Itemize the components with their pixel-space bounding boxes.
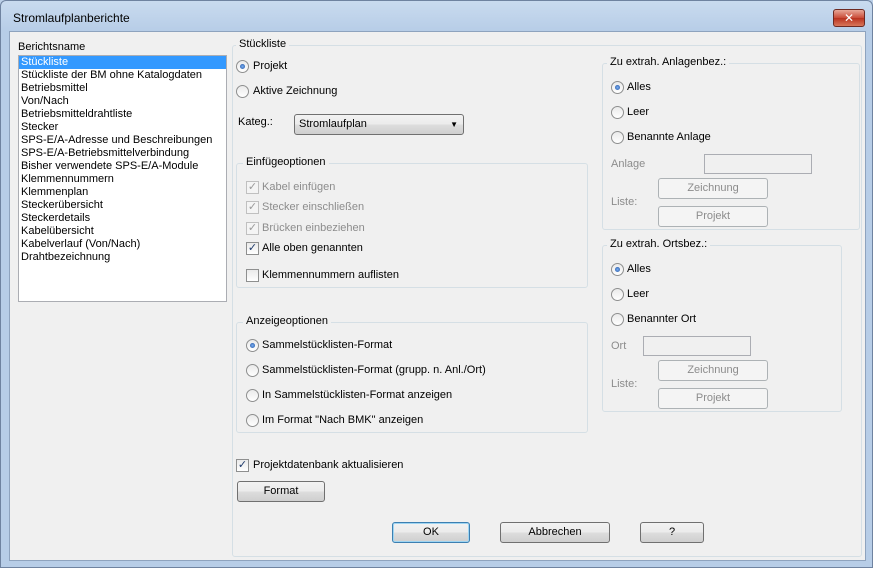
report-list-item[interactable]: Betriebsmittel: [19, 82, 226, 95]
orts-leer-radio[interactable]: [611, 288, 624, 301]
title-bar[interactable]: Stromlaufplanberichte ✕: [1, 1, 872, 31]
report-list-item[interactable]: Kabelübersicht: [19, 225, 226, 238]
projekt-radio[interactable]: [236, 60, 249, 73]
check-icon: ✓: [247, 242, 258, 254]
report-list-item[interactable]: Steckerübersicht: [19, 199, 226, 212]
orts-liste-label: Liste:: [611, 378, 638, 390]
anlage-field-label: Anlage: [611, 158, 646, 170]
db-update-label[interactable]: Projektdatenbank aktualisieren: [253, 459, 403, 471]
chevron-down-icon: ▼: [450, 120, 458, 129]
report-list-item[interactable]: Stückliste der BM ohne Katalogdaten: [19, 69, 226, 82]
check-icon: ✓: [237, 459, 248, 471]
anzeige-opt2-label[interactable]: Sammelstücklisten-Format (grupp. n. Anl.…: [262, 364, 486, 376]
ort-field-label: Ort: [611, 340, 627, 352]
stecker-checkbox[interactable]: ✓: [246, 201, 259, 214]
alle-label[interactable]: Alle oben genannten: [262, 242, 363, 254]
klemmen-label[interactable]: Klemmennummern auflisten: [262, 269, 399, 281]
report-list-item[interactable]: SPS-E/A-Adresse und Beschreibungen: [19, 134, 226, 147]
orts-zeichnung-button[interactable]: Zeichnung: [658, 360, 768, 381]
report-list-item[interactable]: Klemmennummern: [19, 173, 226, 186]
aktive-zeichnung-radio[interactable]: [236, 85, 249, 98]
orts-legend: Zu extrah. Ortsbez.:: [607, 238, 711, 250]
anlagen-zeichnung-button[interactable]: Zeichnung: [658, 178, 768, 199]
kateg-value: Stromlaufplan: [299, 118, 367, 130]
orts-leer-label[interactable]: Leer: [627, 288, 649, 300]
report-list-label: Berichtsname: [18, 41, 86, 53]
report-list-item[interactable]: Stückliste: [19, 56, 226, 69]
anzeige-opt4-label[interactable]: Im Format "Nach BMK" anzeigen: [262, 414, 423, 426]
einfuege-legend: Einfügeoptionen: [243, 156, 329, 168]
ok-button[interactable]: OK: [392, 522, 470, 543]
report-list-item[interactable]: Von/Nach: [19, 95, 226, 108]
anzeige-opt1-label[interactable]: Sammelstücklisten-Format: [262, 339, 392, 351]
report-list-item[interactable]: SPS-E/A-Betriebsmittelverbindung: [19, 147, 226, 160]
report-list-item[interactable]: Steckerdetails: [19, 212, 226, 225]
close-icon: ✕: [843, 11, 855, 25]
kabel-label[interactable]: Kabel einfügen: [262, 181, 335, 193]
anlagen-leer-radio[interactable]: [611, 106, 624, 119]
anlagen-alles-label[interactable]: Alles: [627, 81, 651, 93]
anzeige-opt3-label[interactable]: In Sammelstücklisten-Format anzeigen: [262, 389, 452, 401]
check-icon: ✓: [247, 201, 258, 213]
check-icon: ✓: [247, 181, 258, 193]
kateg-label: Kateg.:: [238, 116, 273, 128]
kateg-dropdown[interactable]: Stromlaufplan ▼: [294, 114, 464, 135]
orts-alles-label[interactable]: Alles: [627, 263, 651, 275]
dialog-window: Stromlaufplanberichte ✕ Berichtsname Stü…: [0, 0, 873, 568]
db-update-checkbox[interactable]: ✓: [236, 459, 249, 472]
anlage-input[interactable]: [704, 154, 812, 174]
cancel-button[interactable]: Abbrechen: [500, 522, 610, 543]
format-button[interactable]: Format: [237, 481, 325, 502]
stecker-label[interactable]: Stecker einschließen: [262, 201, 364, 213]
stueckliste-legend: Stückliste: [236, 38, 290, 50]
anlagen-alles-radio[interactable]: [611, 81, 624, 94]
alle-checkbox[interactable]: ✓: [246, 242, 259, 255]
kabel-checkbox[interactable]: ✓: [246, 181, 259, 194]
help-button[interactable]: ?: [640, 522, 704, 543]
orts-benannter-radio[interactable]: [611, 313, 624, 326]
close-button[interactable]: ✕: [833, 9, 865, 27]
anlagen-legend: Zu extrah. Anlagenbez.:: [607, 56, 730, 68]
ort-input[interactable]: [643, 336, 751, 356]
check-icon: ✓: [247, 222, 258, 234]
report-list-item[interactable]: Bisher verwendete SPS-E/A-Module: [19, 160, 226, 173]
klemmen-checkbox[interactable]: [246, 269, 259, 282]
anlagen-benannte-radio[interactable]: [611, 131, 624, 144]
anzeige-opt1-radio[interactable]: [246, 339, 259, 352]
projekt-label[interactable]: Projekt: [253, 60, 287, 72]
bruecken-checkbox[interactable]: ✓: [246, 222, 259, 235]
bruecken-label[interactable]: Brücken einbeziehen: [262, 222, 365, 234]
anzeige-opt3-radio[interactable]: [246, 389, 259, 402]
orts-alles-radio[interactable]: [611, 263, 624, 276]
report-list-item[interactable]: Drahtbezeichnung: [19, 251, 226, 264]
anlagen-projekt-button[interactable]: Projekt: [658, 206, 768, 227]
window-title: Stromlaufplanberichte: [13, 11, 130, 25]
orts-benannter-label[interactable]: Benannter Ort: [627, 313, 696, 325]
report-list-item[interactable]: Betriebsmitteldrahtliste: [19, 108, 226, 121]
anlagen-benannte-label[interactable]: Benannte Anlage: [627, 131, 711, 143]
report-listbox[interactable]: Stückliste Stückliste der BM ohne Katalog…: [18, 55, 227, 302]
anzeige-opt2-radio[interactable]: [246, 364, 259, 377]
dialog-client-area: Berichtsname Stückliste Stückliste der BM…: [9, 31, 866, 561]
report-list-item[interactable]: Klemmenplan: [19, 186, 226, 199]
anlagen-liste-label: Liste:: [611, 196, 638, 208]
aktive-zeichnung-label[interactable]: Aktive Zeichnung: [253, 85, 337, 97]
report-list-item[interactable]: Kabelverlauf (Von/Nach): [19, 238, 226, 251]
anzeige-opt4-radio[interactable]: [246, 414, 259, 427]
report-list-item[interactable]: Stecker: [19, 121, 226, 134]
orts-projekt-button[interactable]: Projekt: [658, 388, 768, 409]
anlagen-leer-label[interactable]: Leer: [627, 106, 649, 118]
anzeige-legend: Anzeigeoptionen: [243, 315, 331, 327]
